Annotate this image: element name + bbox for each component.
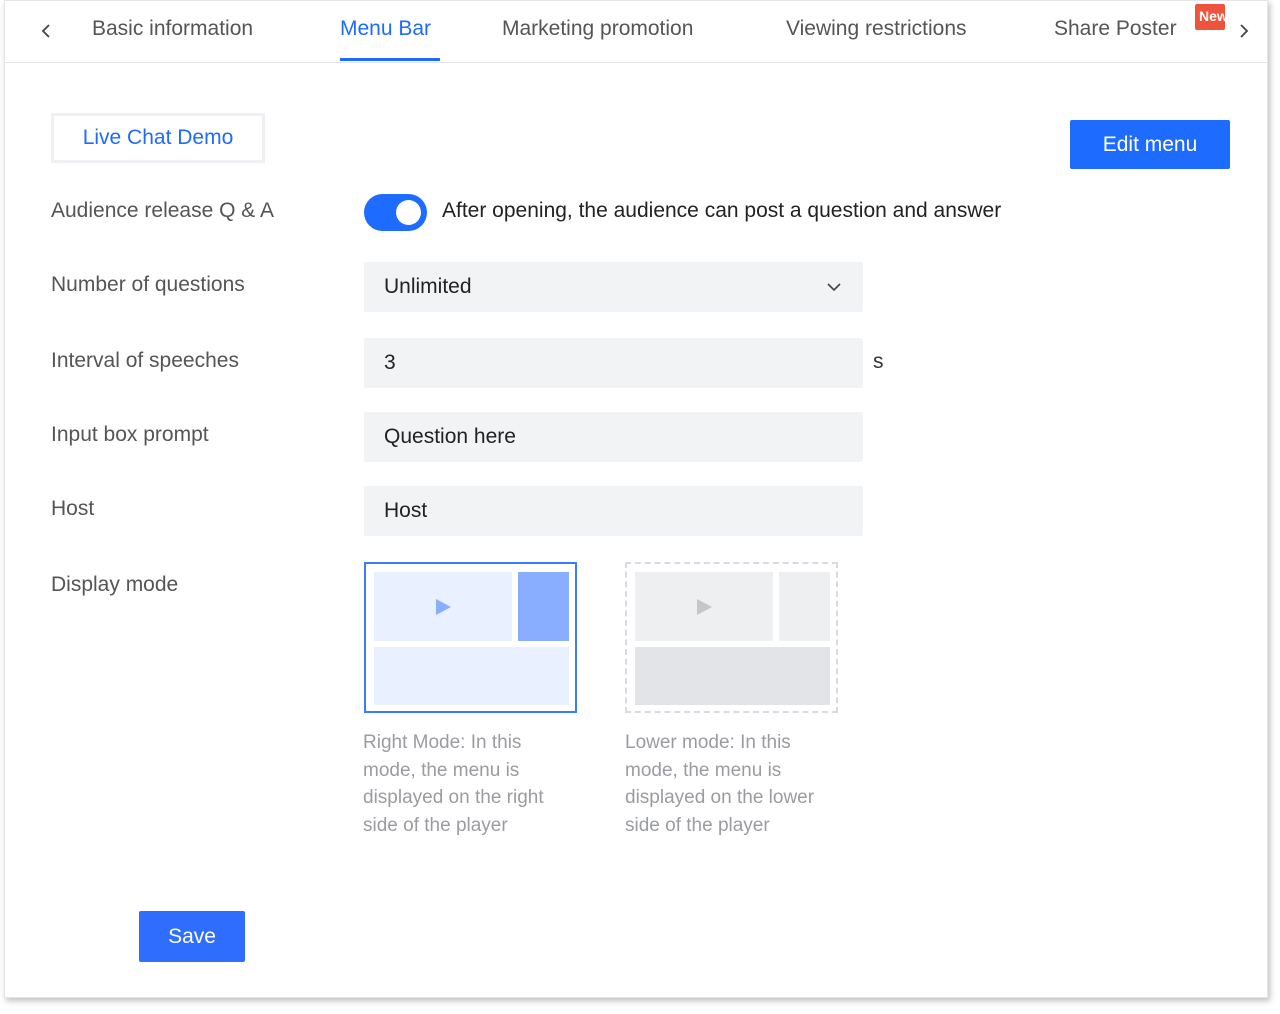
side-area (779, 572, 830, 641)
menu-area-lower (635, 647, 830, 705)
edit-menu-button[interactable]: Edit menu (1070, 120, 1230, 169)
interval-unit: s (873, 350, 884, 373)
chevron-right-icon (1240, 24, 1249, 38)
tab-viewing-restrictions[interactable]: Viewing restrictions (786, 17, 967, 41)
num-questions-label: Number of questions (51, 273, 245, 296)
tab-marketing-promotion[interactable]: Marketing promotion (502, 17, 693, 41)
display-mode-label: Display mode (51, 573, 179, 596)
qa-label: Audience release Q & A (51, 199, 274, 222)
interval-field[interactable] (364, 338, 863, 388)
prompt-input[interactable] (384, 425, 863, 449)
player-area (635, 572, 773, 641)
player-area (374, 572, 512, 641)
prompt-label: Input box prompt (51, 423, 209, 446)
num-questions-select[interactable]: Unlimited (364, 262, 863, 312)
play-icon (436, 599, 451, 615)
tab-prev-button[interactable] (37, 19, 57, 43)
interval-label: Interval of speeches (51, 349, 239, 372)
host-label: Host (51, 497, 95, 520)
interval-input[interactable] (384, 351, 863, 375)
host-field[interactable] (364, 486, 863, 536)
chevron-down-icon (827, 283, 841, 292)
new-badge: New (1195, 4, 1225, 30)
lower-mode-option[interactable] (625, 562, 838, 713)
active-tab-indicator (340, 58, 440, 61)
right-mode-option[interactable] (364, 562, 577, 713)
play-icon (697, 599, 712, 615)
menu-area-right (518, 572, 569, 641)
lower-mode-description: Lower mode: In this mode, the menu is di… (625, 732, 815, 836)
chevron-left-icon (41, 24, 50, 38)
bottom-area (374, 647, 569, 705)
right-mode-description: Right Mode: In this mode, the menu is di… (363, 732, 544, 836)
tab-menu-bar[interactable]: Menu Bar (340, 17, 431, 41)
save-button[interactable]: Save (139, 911, 245, 962)
toggle-knob (396, 200, 421, 225)
qa-description: After opening, the audience can post a q… (442, 199, 1002, 222)
prompt-field[interactable] (364, 412, 863, 462)
num-questions-value: Unlimited (384, 275, 472, 298)
tab-bar: Basic information Menu Bar Marketing pro… (5, 1, 1267, 63)
live-chat-demo-chip[interactable]: Live Chat Demo (51, 113, 265, 163)
tab-share-poster[interactable]: Share Poster (1054, 17, 1177, 41)
tab-next-button[interactable] (1234, 19, 1254, 43)
host-input[interactable] (384, 499, 863, 523)
settings-panel: Basic information Menu Bar Marketing pro… (4, 0, 1268, 998)
qa-toggle[interactable] (364, 194, 427, 231)
tab-basic-information[interactable]: Basic information (92, 17, 253, 41)
